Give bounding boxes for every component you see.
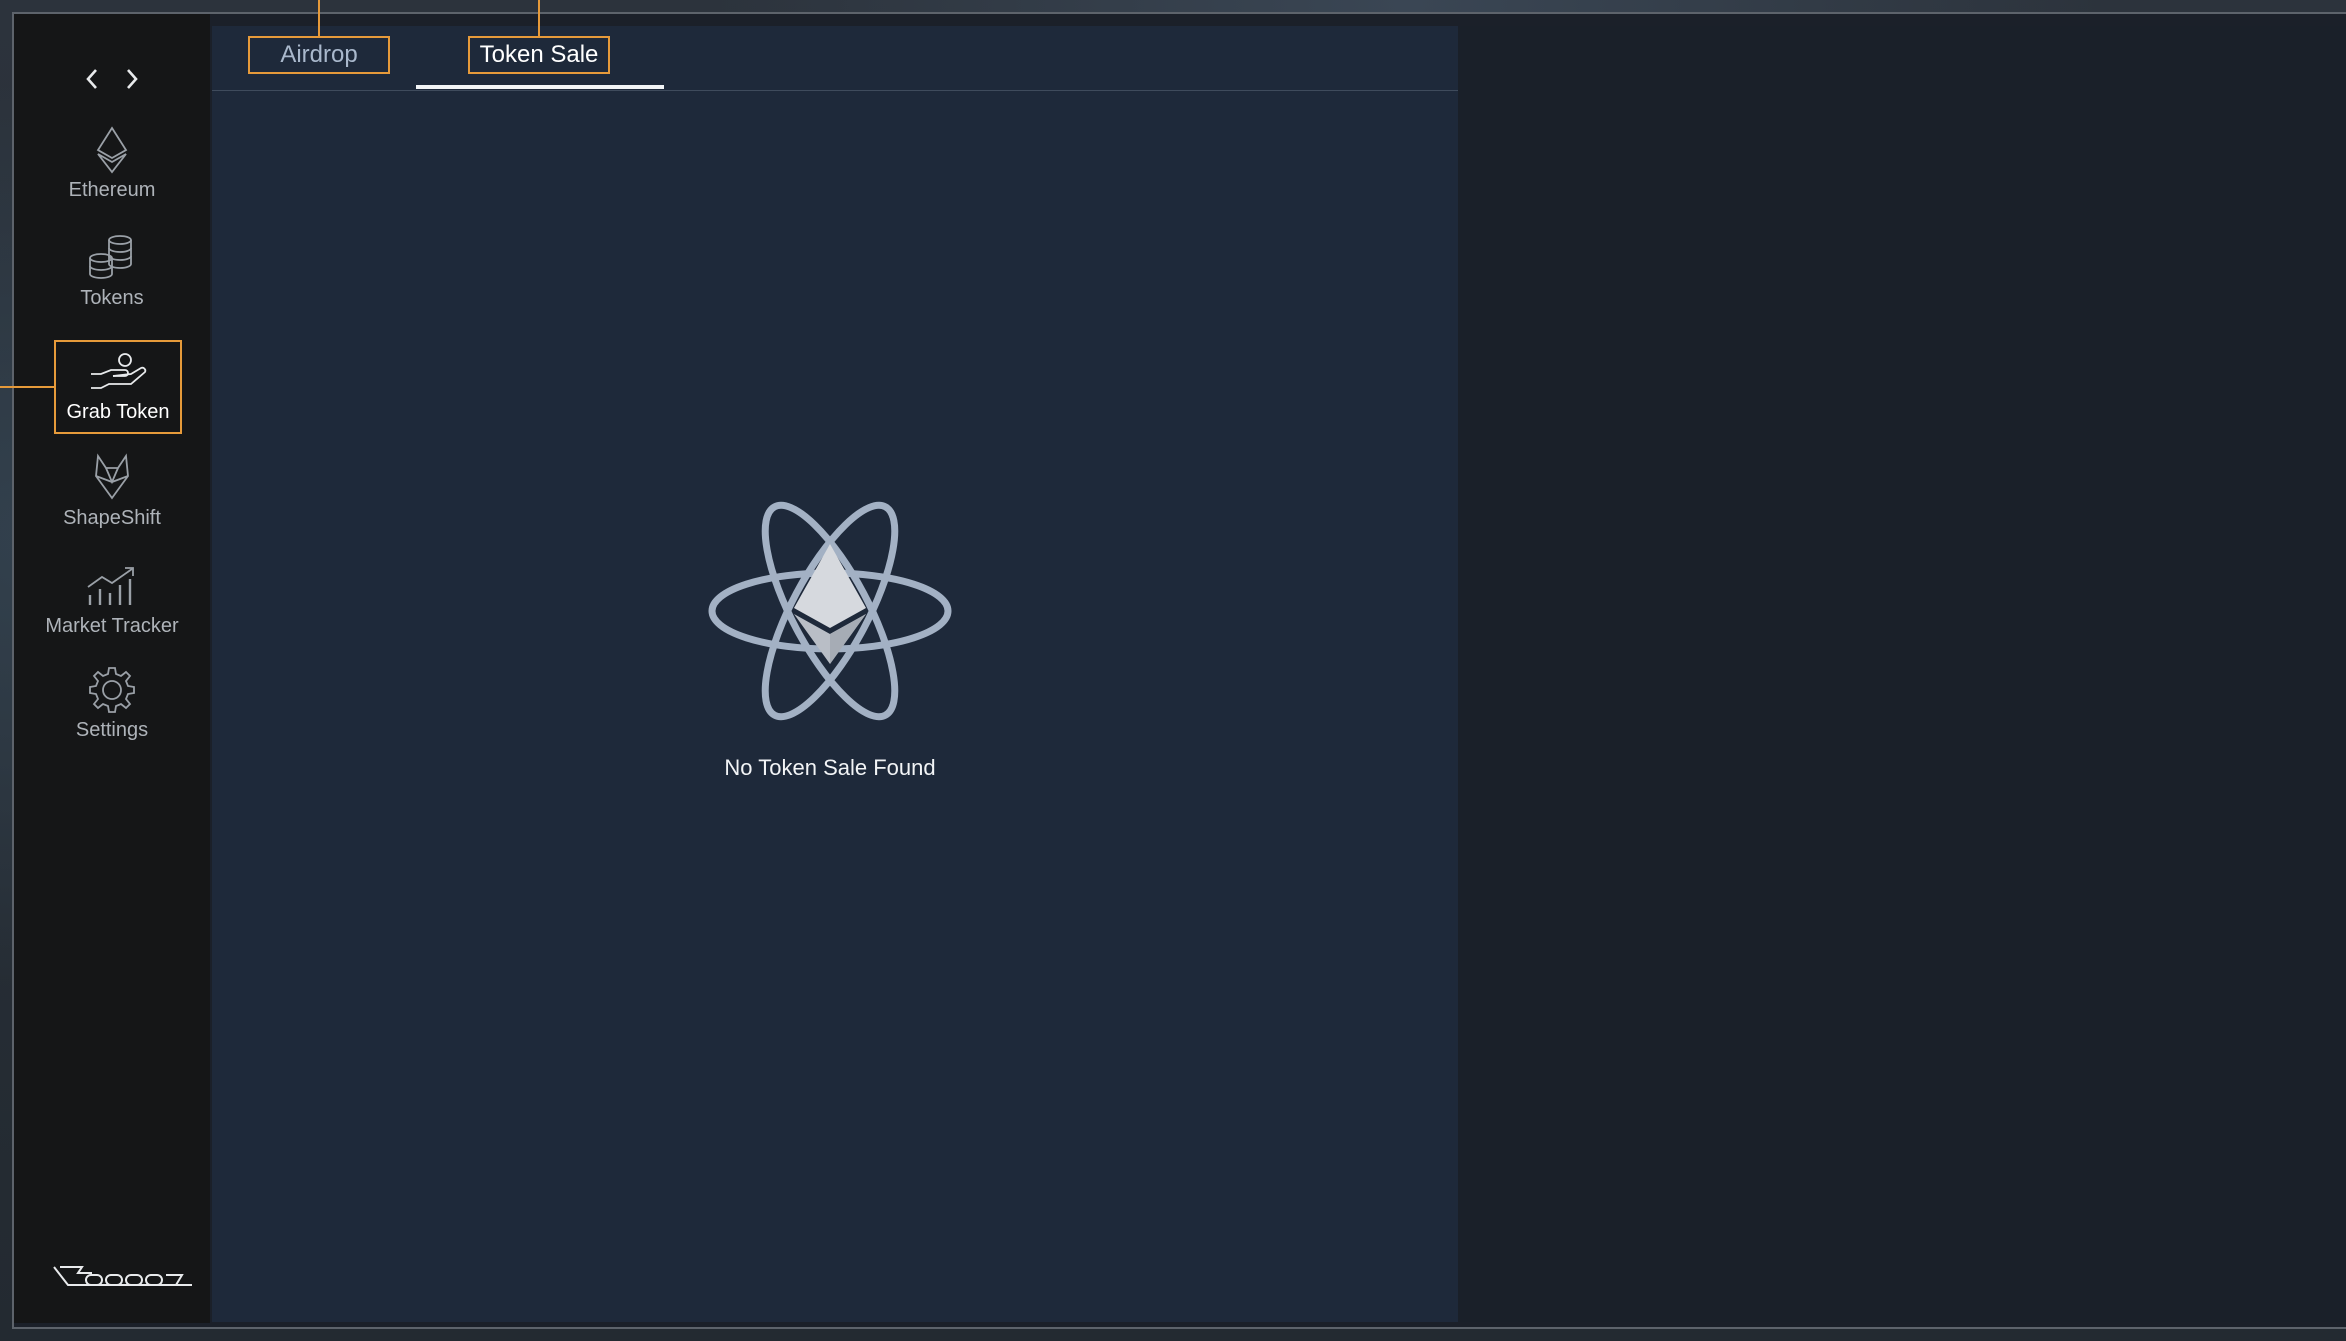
sidebar-item-label: Ethereum [68, 179, 156, 201]
sidebar-item-label: ShapeShift [63, 507, 161, 529]
sidebar-item-ethereum[interactable]: Ethereum [14, 124, 210, 202]
sidebar-item-tokens[interactable]: Tokens [14, 232, 210, 310]
detail-panel [1458, 26, 2346, 1322]
sidebar-item-market-tracker[interactable]: Market Tracker [14, 560, 210, 638]
empty-state: No Token Sale Found [702, 486, 958, 781]
sidebar: Ethereum Tokens Grab Token ShapeShift Ma… [14, 14, 210, 1323]
coins-icon [89, 235, 132, 279]
sidebar-item-label: Settings [75, 719, 149, 741]
sidebar-item-grab-token[interactable]: Grab Token [54, 340, 182, 434]
callout-line [538, 0, 540, 36]
sidebar-item-label: Market Tracker [45, 615, 179, 637]
hand-coin-icon [91, 353, 147, 389]
fox-icon [95, 453, 129, 500]
tab-airdrop[interactable]: Airdrop [248, 36, 390, 74]
ethereum-atom-icon [708, 501, 952, 721]
sidebar-item-settings[interactable]: Settings [14, 664, 210, 742]
sidebar-item-label: Tokens [80, 287, 144, 309]
chevron-left-icon[interactable] [81, 59, 103, 99]
brand-logo [53, 1266, 192, 1286]
history-nav [14, 59, 210, 99]
active-tab-indicator [416, 85, 664, 89]
ethereum-icon [96, 126, 128, 174]
callout-line [318, 0, 320, 36]
sidebar-item-shapeshift[interactable]: ShapeShift [14, 452, 210, 530]
gear-icon [89, 667, 135, 713]
content-panel: Airdrop Token Sale No Token Sale Found [212, 26, 1458, 1322]
tab-bar: Airdrop Token Sale [212, 26, 1458, 91]
callout-line [0, 386, 56, 388]
sidebar-item-label: Grab Token [66, 401, 170, 423]
tab-token-sale[interactable]: Token Sale [468, 36, 610, 74]
chart-growth-icon [87, 567, 134, 605]
empty-state-message: No Token Sale Found [724, 755, 936, 780]
chevron-right-icon[interactable] [121, 59, 143, 99]
